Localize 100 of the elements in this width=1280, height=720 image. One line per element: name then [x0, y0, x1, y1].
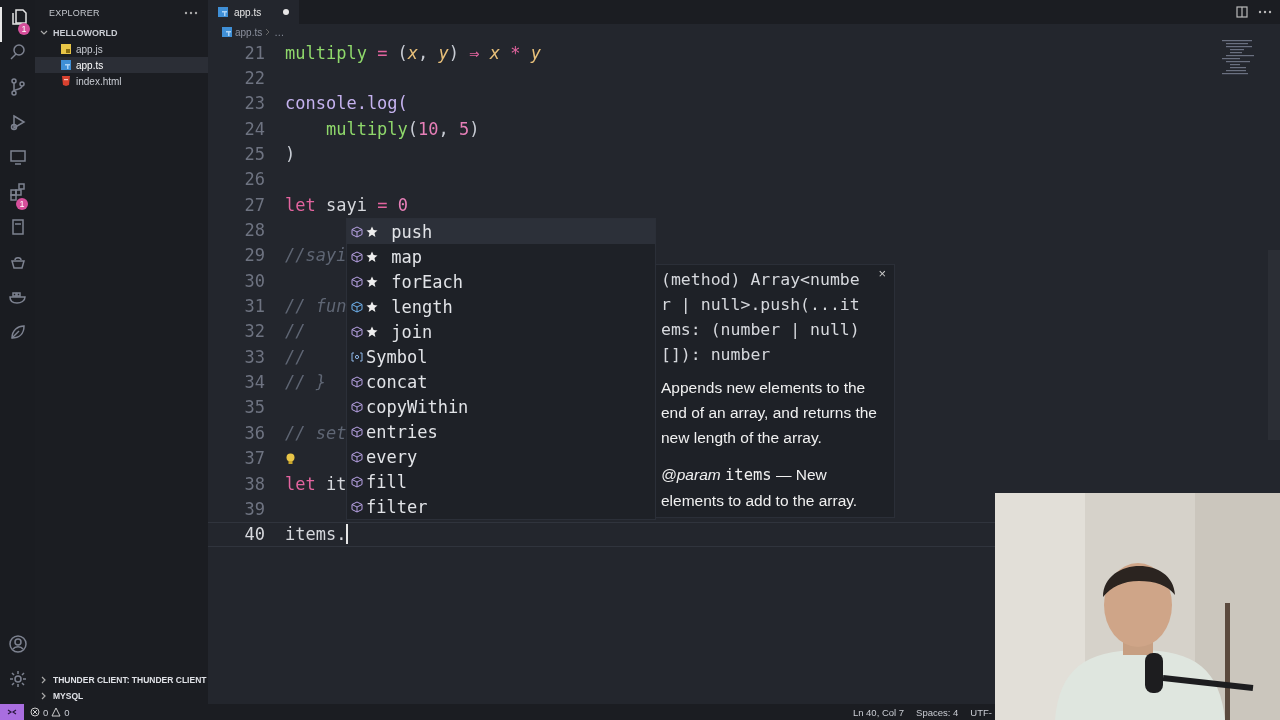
suggestion-item[interactable]: join	[347, 319, 655, 344]
js-file-icon	[61, 44, 71, 54]
monitor-icon[interactable]	[7, 147, 28, 167]
code-line: // }	[285, 372, 326, 393]
ts-file-icon	[61, 60, 71, 70]
line-number: 21	[243, 42, 265, 63]
cube-icon	[351, 500, 363, 513]
cube-icon	[351, 225, 363, 238]
line-number: 35	[243, 397, 265, 418]
line-number: 37	[243, 448, 265, 469]
code-line: multiply = (x, y) ⇒ x * y	[285, 42, 542, 63]
section-header[interactable]: MYSQL	[53, 691, 84, 701]
cube-icon	[351, 425, 363, 438]
line-number: 29	[243, 245, 265, 266]
settings-icon[interactable]	[7, 669, 28, 689]
breadcrumb-item[interactable]: app.ts	[235, 26, 263, 38]
line-number: 22	[243, 68, 265, 88]
notification-badge: 1	[18, 23, 30, 35]
suggestion-item[interactable]: filter	[347, 494, 655, 519]
suggestion-item[interactable]: push	[347, 219, 655, 244]
remote-icon	[7, 707, 17, 717]
error-icon	[30, 707, 40, 717]
line-number: 31	[243, 296, 265, 317]
line-number: 33	[243, 346, 265, 367]
cube-icon	[351, 325, 363, 338]
code-line: //	[285, 346, 306, 367]
suggestion-item[interactable]: entries	[347, 419, 655, 444]
star-icon	[366, 275, 378, 288]
file-item[interactable]: app.js	[35, 41, 208, 57]
param-description: @param items — New elements to add to the array.	[661, 465, 859, 511]
split-editor-icon[interactable]	[1236, 6, 1248, 18]
chevron-icon	[265, 28, 272, 36]
line-number: 28	[243, 220, 265, 241]
panel-title: EXPLORER	[49, 7, 100, 18]
file-type-icon	[222, 27, 232, 37]
code-line: //sayi	[285, 245, 347, 266]
line-number: 38	[243, 473, 265, 494]
cube-icon	[351, 300, 363, 313]
code-line: //	[285, 321, 306, 342]
suggestion-item[interactable]: fill	[347, 469, 655, 494]
file-item[interactable]: app.ts	[35, 57, 208, 73]
star-icon	[366, 250, 378, 263]
more-icon[interactable]	[1258, 10, 1272, 14]
star-icon	[366, 225, 378, 238]
line-number: 24	[243, 118, 265, 139]
suggestion-item[interactable]: concat	[347, 369, 655, 394]
file-item[interactable]: index.html	[35, 73, 208, 89]
extensions-icon[interactable]	[7, 182, 28, 202]
line-number: 36	[243, 422, 265, 443]
cube-icon	[351, 400, 363, 413]
line-number: 30	[243, 270, 265, 291]
line-number: 23	[243, 93, 265, 114]
section-header[interactable]: THUNDER CLIENT: THUNDER CLIENT	[53, 675, 207, 685]
variable-icon	[351, 351, 363, 362]
folder-name[interactable]: HELLOWORLD	[53, 28, 118, 38]
html-file-icon	[61, 76, 71, 86]
editor-tab[interactable]: app.ts	[208, 0, 299, 24]
line-number: 25	[243, 144, 265, 165]
line-number: 40	[243, 524, 265, 545]
line-number: 34	[243, 372, 265, 393]
line-number: 39	[243, 498, 265, 519]
suggestion-item[interactable]: copyWithin	[347, 394, 655, 419]
account-icon[interactable]	[7, 634, 28, 654]
suggestion-item[interactable]: every	[347, 444, 655, 469]
status-item[interactable]: Spaces: 4	[916, 706, 959, 718]
line-number: 26	[243, 169, 265, 190]
file-type-icon	[218, 7, 228, 17]
star-icon	[366, 300, 378, 313]
line-number: 27	[243, 194, 265, 215]
breadcrumb-item[interactable]: …	[274, 26, 285, 38]
code-line: // set	[285, 422, 347, 443]
cube-icon	[351, 250, 363, 263]
code-line: multiply(10, 5)	[324, 118, 480, 139]
suggestion-item[interactable]: forEach	[347, 269, 655, 294]
remote-button[interactable]	[0, 704, 24, 720]
star-icon	[366, 325, 378, 338]
suggestion-item[interactable]: length	[347, 294, 655, 319]
suggestion-item[interactable]: map	[347, 244, 655, 269]
code-line: let it	[285, 473, 347, 494]
status-item[interactable]: UTF-	[970, 706, 992, 718]
cube-icon	[351, 275, 363, 288]
close-button[interactable]: ×	[878, 266, 886, 281]
notification-badge: 1	[16, 198, 28, 210]
line-number: 32	[243, 321, 265, 342]
description-text: Appends new elements to the end of an array, and returns the new length of the array.	[661, 378, 878, 448]
cube-icon	[351, 375, 363, 388]
code-line: // fun	[285, 296, 347, 317]
code-line: )	[285, 144, 296, 165]
cube-icon	[351, 450, 363, 463]
code-line: items.	[285, 524, 349, 545]
status-item[interactable]: Ln 40, Col 7	[852, 706, 905, 718]
warning-count[interactable]: 0	[64, 706, 70, 718]
method-signature: (method) Array<number | null>.push(...items: (number | null)[]): number	[661, 269, 860, 366]
code-line: let sayi = 0	[285, 194, 408, 215]
error-count[interactable]: 0	[43, 706, 49, 718]
cube-icon	[351, 475, 363, 488]
more-icon[interactable]	[184, 10, 198, 15]
code-line: console.log(	[285, 93, 408, 114]
suggestion-item[interactable]: Symbol	[347, 344, 655, 369]
lightbulb-icon[interactable]	[286, 452, 295, 465]
